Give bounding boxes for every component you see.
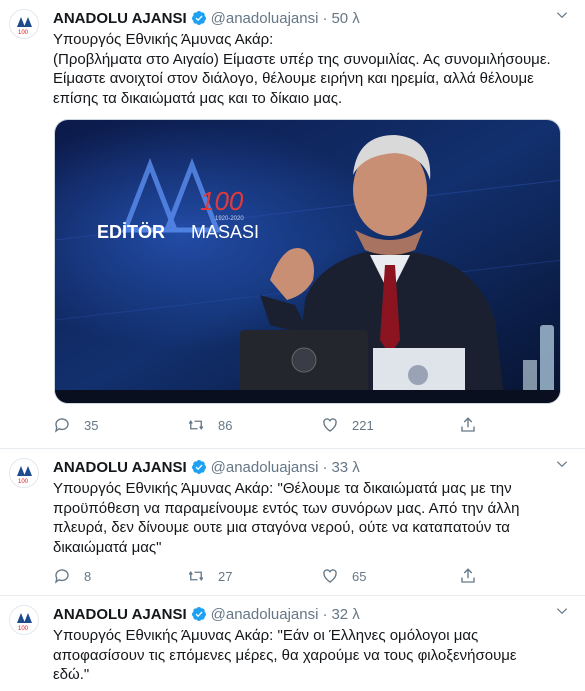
handle[interactable]: @anadoluajansi: [211, 606, 319, 623]
avatar[interactable]: 100: [9, 458, 39, 488]
heart-icon: [323, 569, 337, 583]
timestamp[interactable]: 50 λ: [331, 10, 359, 27]
tweet-line: Είμαστε ανοιχτοί στον διάλογο, θέλουμε ε…: [53, 70, 534, 87]
tweet-line: επίσης τα δικαιώματά μας και το δίκαιο μ…: [53, 89, 343, 107]
chevron-down-icon[interactable]: [555, 457, 569, 471]
like-count: 221: [352, 417, 374, 433]
anadolu-logo-icon: 100: [10, 10, 38, 38]
tweet-text: Υπουργός Εθνικής Άμυνας Ακάρ: (Προβλήματ…: [53, 30, 578, 108]
tweet-line: Υπουργός Εθνικής Άμυνας Ακάρ: "Θέλουμε τ…: [53, 480, 512, 497]
share-button[interactable]: [459, 566, 477, 586]
svg-text:100: 100: [18, 30, 29, 36]
retweet-button[interactable]: 27: [187, 566, 232, 586]
share-button[interactable]: [459, 415, 477, 435]
retweet-count: 86: [218, 417, 233, 433]
tweet-line: εδώ.": [53, 666, 90, 683]
reply-count: 8: [84, 568, 92, 584]
share-icon: [461, 568, 475, 583]
verified-badge-icon: [191, 607, 206, 621]
tweet-line: πλευρά, δεν δίνουμε ουτε μια σταγόνα νερ…: [53, 519, 510, 536]
reply-button[interactable]: 35: [53, 415, 98, 435]
chevron-down-icon[interactable]: [555, 604, 569, 618]
like-count: 65: [352, 568, 367, 584]
handle[interactable]: @anadoluajansi: [211, 459, 319, 476]
tweet-photo[interactable]: 100 1920-2020 EDİTÖR MASASI: [54, 119, 561, 404]
anadolu-logo-icon: 100: [10, 606, 38, 634]
tweet-line: δικαιώματά μας": [53, 538, 162, 556]
retweet-icon: [188, 571, 204, 581]
tweet-line: αποφασίσουν τις επόμενες μέρες, θα χαρού…: [53, 646, 517, 664]
verified-badge-icon: [191, 460, 206, 474]
like-button[interactable]: 221: [321, 415, 374, 435]
tweet-text: Υπουργός Εθνικής Άμυνας Ακάρ: "Θέλουμε τ…: [53, 479, 578, 557]
tweet-line: Υπουργός Εθνικής Άμυνας Ακάρ: "Εάν οι Έλ…: [53, 627, 479, 644]
tweet-line: (Προβλήματα στο Αιγαίο) Είμαστε υπέρ της…: [53, 50, 551, 68]
tweet-actions: 35 86 221: [53, 415, 493, 435]
tv-studio-image: 100 1920-2020 EDİTÖR MASASI: [55, 120, 560, 403]
backdrop-100: 100: [200, 186, 244, 216]
svg-text:100: 100: [18, 479, 29, 485]
tweet-line: προϋπόθεση να παραμείνουμε εντός των συν…: [53, 499, 520, 517]
reply-icon: [54, 418, 69, 433]
anadolu-logo-icon: 100: [10, 459, 38, 487]
separator: ·: [322, 9, 328, 27]
avatar[interactable]: 100: [9, 9, 39, 39]
tweet[interactable]: 100 ANADOLU AJANSI @anadoluajansi · 32 λ…: [0, 596, 585, 691]
tweet-header: ANADOLU AJANSI @anadoluajansi · 33 λ: [53, 457, 575, 477]
share-icon: [461, 417, 475, 432]
display-name[interactable]: ANADOLU AJANSI: [53, 459, 187, 476]
like-button[interactable]: 65: [321, 566, 366, 586]
svg-text:100: 100: [18, 626, 29, 632]
tweet-header: ANADOLU AJANSI @anadoluajansi · 50 λ: [53, 8, 575, 28]
reply-count: 35: [84, 417, 99, 433]
display-name[interactable]: ANADOLU AJANSI: [53, 606, 187, 623]
handle[interactable]: @anadoluajansi: [211, 10, 319, 27]
tweet-text: Υπουργός Εθνικής Άμυνας Ακάρ: "Εάν οι Έλ…: [53, 626, 578, 685]
heart-icon: [323, 418, 337, 432]
tweet-actions: 8 27 65: [53, 566, 493, 586]
retweet-button[interactable]: 86: [187, 415, 232, 435]
timestamp[interactable]: 33 λ: [331, 459, 359, 476]
tweet[interactable]: 100 ANADOLU AJANSI @anadoluajansi · 50 λ…: [0, 0, 585, 449]
tweet-header: ANADOLU AJANSI @anadoluajansi · 32 λ: [53, 604, 575, 624]
separator: ·: [322, 458, 328, 476]
separator: ·: [322, 605, 328, 623]
chevron-down-icon[interactable]: [555, 8, 569, 22]
timestamp[interactable]: 32 λ: [331, 606, 359, 623]
tweet[interactable]: 100 ANADOLU AJANSI @anadoluajansi · 33 λ…: [0, 449, 585, 596]
retweet-count: 27: [218, 568, 233, 584]
retweet-icon: [188, 420, 204, 430]
tweet-line: Υπουργός Εθνικής Άμυνας Ακάρ:: [53, 31, 274, 48]
display-name[interactable]: ANADOLU AJANSI: [53, 10, 187, 27]
reply-icon: [54, 569, 69, 584]
backdrop-text-2: MASASI: [191, 222, 259, 242]
reply-button[interactable]: 8: [53, 566, 91, 586]
avatar[interactable]: 100: [9, 605, 39, 635]
backdrop-text: EDİTÖR: [97, 222, 165, 242]
verified-badge-icon: [191, 11, 206, 25]
